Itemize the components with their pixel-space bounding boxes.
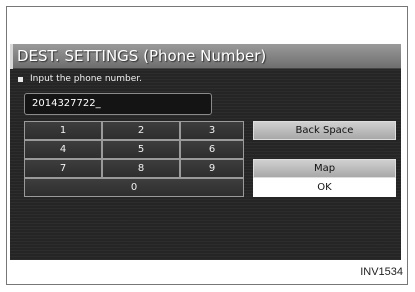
bullet-icon (18, 76, 23, 82)
ok-button[interactable]: OK (253, 178, 396, 197)
key-4[interactable]: 4 (24, 140, 102, 159)
screen-title: DEST. SETTINGS (Phone Number) (17, 47, 267, 65)
title-bar: DEST. SETTINGS (Phone Number) (10, 44, 401, 69)
key-3[interactable]: 3 (180, 121, 244, 140)
key-2[interactable]: 2 (102, 121, 180, 140)
key-9[interactable]: 9 (180, 159, 244, 178)
instruction-text: Input the phone number. (30, 74, 142, 84)
instruction: Input the phone number. (18, 74, 142, 84)
key-7[interactable]: 7 (24, 159, 102, 178)
key-8[interactable]: 8 (102, 159, 180, 178)
map-button[interactable]: Map (253, 159, 396, 178)
key-1[interactable]: 1 (24, 121, 102, 140)
key-5[interactable]: 5 (102, 140, 180, 159)
back-space-button[interactable]: Back Space (253, 121, 396, 140)
phone-number-field[interactable]: 2014327722_ (24, 93, 212, 115)
nav-screen: DEST. SETTINGS (Phone Number) Input the … (10, 44, 401, 260)
key-0[interactable]: 0 (24, 178, 244, 197)
title-accent (10, 44, 13, 69)
figure-caption: INV1534 (360, 266, 403, 278)
key-6[interactable]: 6 (180, 140, 244, 159)
